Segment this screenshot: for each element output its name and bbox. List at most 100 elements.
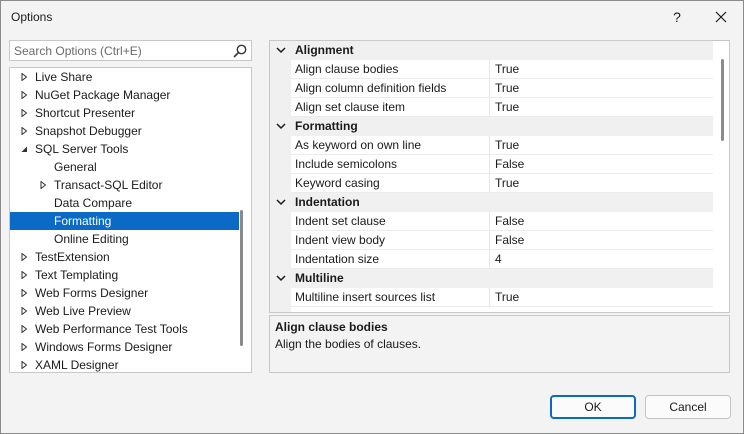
collapse-arrow-icon[interactable] (18, 140, 30, 158)
column-divider (489, 155, 490, 174)
ok-button[interactable]: OK (550, 395, 636, 419)
expand-arrow-icon[interactable] (18, 104, 30, 122)
property-value[interactable]: True (495, 62, 519, 76)
tree-item-label: Web Performance Test Tools (35, 322, 188, 336)
description-text: Align the bodies of clauses. (275, 337, 422, 351)
grid-property-row[interactable]: Multiline insert sources list True (270, 288, 713, 307)
tree-scrollbar[interactable] (240, 210, 243, 346)
expand-arrow-icon[interactable] (18, 266, 30, 284)
property-name: Align clause bodies (295, 62, 399, 76)
tree-item[interactable]: General (10, 158, 239, 176)
expand-arrow-icon[interactable] (18, 68, 30, 86)
tree-item[interactable]: Web Performance Test Tools (10, 320, 239, 338)
property-value[interactable]: False (495, 214, 524, 228)
search-icon[interactable] (232, 43, 248, 59)
expand-arrow-icon[interactable] (18, 248, 30, 266)
search-input[interactable] (14, 43, 224, 59)
grid-property-row[interactable]: Include semicolons False (270, 155, 713, 174)
grid-category-row[interactable]: Alignment (270, 41, 713, 60)
property-name: Include semicolons (295, 157, 398, 171)
tree-item[interactable]: Shortcut Presenter (10, 104, 239, 122)
property-name: Indentation size (295, 252, 380, 266)
tree-item[interactable]: Formatting (10, 212, 239, 230)
tree-item[interactable]: Snapshot Debugger (10, 122, 239, 140)
grid-property-row[interactable]: As keyword on own line True (270, 136, 713, 155)
property-name: Multiline insert sources list (295, 290, 436, 304)
property-value[interactable]: False (495, 233, 524, 247)
description-panel: Align clause bodies Align the bodies of … (269, 315, 730, 373)
property-name: Align column definition fields (295, 81, 447, 95)
tree-item[interactable]: SQL Server Tools (10, 140, 239, 158)
expand-arrow-icon[interactable] (18, 302, 30, 320)
options-tree[interactable]: Live Share NuGet Package Manager Shortcut … (9, 67, 252, 373)
tree-item[interactable]: Data Compare (10, 194, 239, 212)
grid-scrollbar[interactable] (721, 59, 724, 141)
expand-arrow-icon[interactable] (18, 86, 30, 104)
property-grid[interactable]: Alignment Align clause bodies True Align co… (269, 40, 730, 313)
tree-item[interactable]: TestExtension (10, 248, 239, 266)
tree-item[interactable]: Web Live Preview (10, 302, 239, 320)
grid-category-row[interactable]: Multiline (270, 269, 713, 288)
grid-property-row[interactable]: Align column definition fields True (270, 79, 713, 98)
grid-category-row[interactable]: Formatting (270, 117, 713, 136)
tree-item-label: Snapshot Debugger (35, 124, 142, 138)
tree-item[interactable]: Text Templating (10, 266, 239, 284)
tree-item-label: XAML Designer (35, 358, 119, 372)
property-name: Indent view body (295, 233, 386, 247)
expand-arrow-icon[interactable] (18, 284, 30, 302)
tree-item-label: SQL Server Tools (35, 142, 129, 156)
property-value[interactable]: True (495, 290, 519, 304)
grid-property-row[interactable]: Keyword casing True (270, 174, 713, 193)
column-divider (489, 288, 490, 307)
grid-property-row[interactable]: Indentation size 4 (270, 250, 713, 269)
category-label: Alignment (295, 43, 354, 57)
tree-item[interactable]: Transact-SQL Editor (10, 176, 239, 194)
cancel-button[interactable]: Cancel (645, 395, 731, 419)
tree-item[interactable]: Live Share (10, 68, 239, 86)
property-value[interactable]: True (495, 138, 519, 152)
category-label: Formatting (295, 119, 358, 133)
property-value[interactable]: 4 (495, 252, 502, 266)
category-label: Multiline (295, 271, 344, 285)
column-divider (489, 250, 490, 269)
tree-item-label: Transact-SQL Editor (54, 178, 163, 192)
expand-arrow-icon[interactable] (37, 176, 49, 194)
tree-item[interactable]: XAML Designer (10, 356, 239, 372)
column-divider (489, 136, 490, 155)
property-value[interactable]: True (495, 176, 519, 190)
property-value[interactable]: True (495, 100, 519, 114)
property-name: Keyword casing (295, 176, 380, 190)
expand-arrow-icon[interactable] (18, 356, 30, 372)
grid-property-row[interactable]: Align clause bodies True (270, 60, 713, 79)
tree-item-label: Formatting (54, 214, 112, 228)
grid-category-row[interactable]: Indentation (270, 193, 713, 212)
expand-arrow-icon[interactable] (18, 122, 30, 140)
column-divider (489, 79, 490, 98)
tree-item[interactable]: Windows Forms Designer (10, 338, 239, 356)
tree-item-label: General (54, 160, 97, 174)
window-title: Options (11, 10, 53, 24)
options-dialog: Options ? Live Share NuGet Package Manage… (0, 0, 744, 434)
column-divider (489, 231, 490, 250)
grid-property-row[interactable]: Align set clause item True (270, 98, 713, 117)
property-name: Indent set clause (295, 214, 386, 228)
chevron-down-icon[interactable] (274, 195, 288, 209)
tree-item[interactable]: Online Editing (10, 230, 239, 248)
close-button[interactable] (701, 1, 741, 33)
tree-item-label: Data Compare (54, 196, 133, 210)
tree-item[interactable]: NuGet Package Manager (10, 86, 239, 104)
search-box[interactable] (9, 40, 252, 61)
chevron-down-icon[interactable] (274, 43, 288, 57)
expand-arrow-icon[interactable] (18, 320, 30, 338)
tree-item[interactable]: Web Forms Designer (10, 284, 239, 302)
chevron-down-icon[interactable] (274, 271, 288, 285)
tree-item-label: Shortcut Presenter (35, 106, 136, 120)
property-value[interactable]: False (495, 157, 524, 171)
help-button[interactable]: ? (657, 1, 697, 33)
expand-arrow-icon[interactable] (18, 338, 30, 356)
tree-item-label: NuGet Package Manager (35, 88, 171, 102)
chevron-down-icon[interactable] (274, 119, 288, 133)
grid-property-row[interactable]: Indent set clause False (270, 212, 713, 231)
property-value[interactable]: True (495, 81, 519, 95)
grid-property-row[interactable]: Indent view body False (270, 231, 713, 250)
